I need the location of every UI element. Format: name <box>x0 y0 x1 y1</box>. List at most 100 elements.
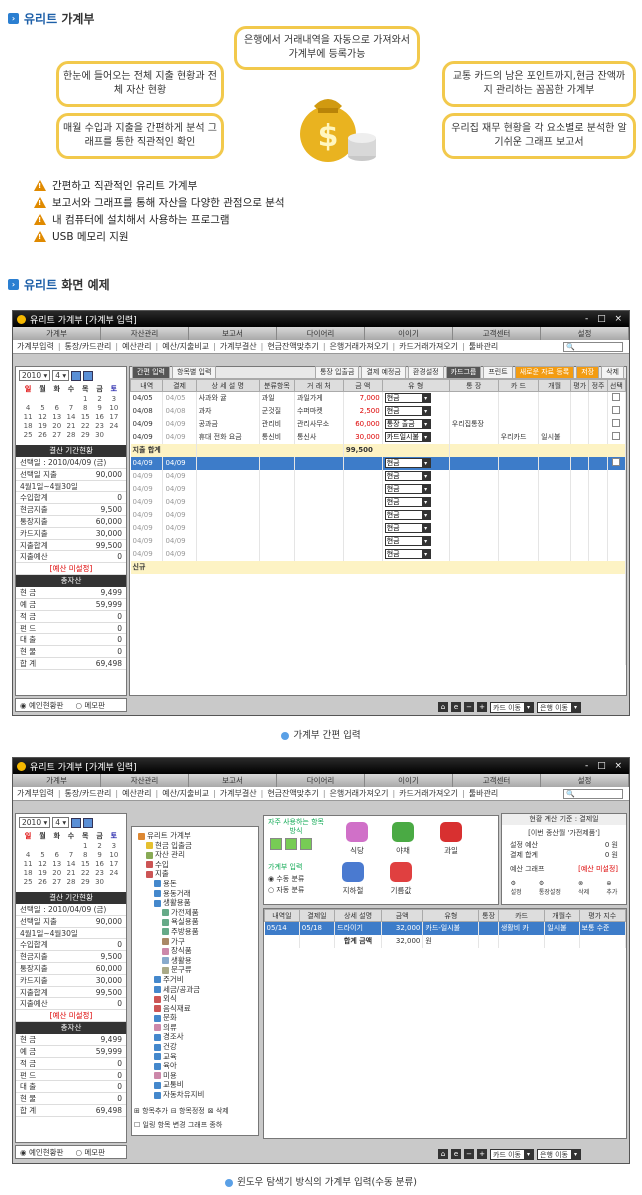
toolbar-item[interactable]: 현금잔액맞추기 <box>267 341 319 352</box>
type-dropdown[interactable]: 현금 <box>384 458 431 468</box>
column-header[interactable]: 유 형 <box>381 379 450 392</box>
column-header[interactable]: 유형 <box>422 909 480 922</box>
table-row[interactable]: 04/0904/09휴대 전화 요금통신비통신사30,000카드일시불우리카드일… <box>130 430 627 444</box>
calendar-day[interactable]: 18 <box>21 422 35 430</box>
calendar-nav-icon[interactable] <box>83 370 94 381</box>
column-header[interactable]: 금 액 <box>342 379 383 392</box>
type-dropdown[interactable]: 현금 <box>384 497 431 507</box>
row-checkbox[interactable] <box>612 406 621 414</box>
calendar-day[interactable]: 1 <box>78 842 92 850</box>
delete-item-button[interactable]: ⊠ 삭제 <box>208 1107 229 1117</box>
menu-item[interactable]: 설정 <box>541 774 629 787</box>
menu-item[interactable]: 고객센터 <box>453 327 541 340</box>
toolbar-item[interactable]: 가계부입력 <box>17 341 54 352</box>
toolbar-item[interactable]: 가계부입력 <box>17 788 54 799</box>
tree-node[interactable]: 음식재료 <box>138 1004 252 1014</box>
empty-row[interactable]: 04/09 04/09 현금 <box>130 482 627 496</box>
calendar-day[interactable]: 19 <box>35 422 49 430</box>
window-controls[interactable]: - □ × <box>585 761 629 771</box>
month-select[interactable]: 4 ▾ <box>52 370 70 381</box>
tab-scheduled[interactable]: 결제 예정금 <box>361 366 406 379</box>
column-header[interactable]: 금액 <box>380 909 424 922</box>
table-row[interactable]: 04/08 04/08 과자 군것질 수퍼마켓 2,500 현금 <box>130 404 627 418</box>
add-icon[interactable]: ⊕ 추가 <box>606 880 617 896</box>
tree-node[interactable]: 자산 관리 <box>138 850 252 860</box>
year-select[interactable]: 2010 ▾ <box>19 817 51 828</box>
empty-row[interactable]: 04/09 04/09 현금 <box>130 521 627 535</box>
new-entry-button[interactable]: 새로운 자료 등록 <box>514 366 575 379</box>
calendar-day[interactable]: 2 <box>92 842 106 850</box>
bank-move-select[interactable]: 은행 이동 <box>537 1148 581 1160</box>
column-header[interactable]: 상 세 설 명 <box>195 379 260 392</box>
tree-node[interactable]: 현금 입출금 <box>138 841 252 851</box>
menu-item[interactable]: 자산관리 <box>101 327 189 340</box>
calendar-day[interactable]: 21 <box>64 422 78 430</box>
tree-node[interactable]: 교통비 <box>138 1080 252 1090</box>
radio-dashboard[interactable]: ◉ 예인현황판 <box>20 1147 63 1158</box>
quick-cat-vegetable[interactable]: 야채 <box>392 822 414 856</box>
tree-node[interactable]: 지출 <box>138 869 252 879</box>
calendar-day[interactable]: 16 <box>92 860 106 868</box>
zoom-out-icon[interactable]: − <box>464 702 474 712</box>
calendar-day[interactable]: 22 <box>78 869 92 877</box>
tree-node[interactable]: 육아 <box>138 1061 252 1071</box>
calendar-day[interactable]: 10 <box>107 404 121 412</box>
info-icon[interactable]: e <box>451 702 461 712</box>
toolbar-item[interactable]: 은행거래가져오기 <box>330 788 389 799</box>
zoom-out-icon[interactable]: − <box>464 1149 474 1159</box>
calendar-day[interactable]: 7 <box>64 404 78 412</box>
type-dropdown[interactable]: 현금 <box>384 471 431 481</box>
calendar-day[interactable]: 18 <box>21 869 35 877</box>
calendar-day[interactable]: 22 <box>78 422 92 430</box>
tab-bank[interactable]: 통장 입출금 <box>314 366 360 379</box>
calendar-help-icon[interactable] <box>71 817 82 828</box>
calendar-day[interactable]: 11 <box>21 860 35 868</box>
zoom-in-icon[interactable]: + <box>477 702 487 712</box>
radio-memo[interactable]: ○ 메모판 <box>75 700 105 711</box>
calendar-day[interactable]: 17 <box>107 860 121 868</box>
toolbar-item[interactable]: 통장/카드관리 <box>65 341 112 352</box>
tree-node[interactable]: 미용 <box>138 1071 252 1081</box>
delete-icon[interactable]: ⊗ 삭제 <box>578 880 589 896</box>
toolbar-item[interactable]: 현금잔액맞추기 <box>267 788 319 799</box>
new-row[interactable]: 신규 <box>130 560 626 574</box>
tree-node[interactable]: 용동거래 <box>138 889 252 899</box>
calendar-day[interactable]: 17 <box>107 413 121 421</box>
menu-item[interactable]: 가계부 <box>13 327 101 340</box>
toolbar-item[interactable]: 통장/카드관리 <box>65 788 112 799</box>
empty-row[interactable]: 04/09 04/09 현금 <box>130 547 627 561</box>
quick-cat-fruit[interactable]: 과일 <box>440 822 462 856</box>
calendar-day[interactable]: 9 <box>92 404 106 412</box>
calendar-day[interactable]: 16 <box>92 413 106 421</box>
quick-cat-restaurant[interactable]: 식당 <box>346 822 368 856</box>
calendar-day[interactable]: 12 <box>35 860 49 868</box>
column-header[interactable]: 정주 <box>588 379 608 392</box>
type-dropdown[interactable]: 현금 <box>384 393 431 404</box>
month-select[interactable]: 4 ▾ <box>52 817 70 828</box>
tree-node[interactable]: 의류 <box>138 1023 252 1033</box>
calendar-day[interactable]: 14 <box>64 860 78 868</box>
tree-node[interactable]: 가구 <box>138 937 252 947</box>
window-controls[interactable]: - □ × <box>585 314 629 324</box>
calendar-day[interactable]: 29 <box>78 878 92 886</box>
column-header[interactable]: 통장 <box>478 909 499 922</box>
tree-node[interactable]: 주방용품 <box>138 927 252 937</box>
mode-icon[interactable] <box>285 838 297 850</box>
calendar-day[interactable]: 30 <box>92 878 106 886</box>
tree-node[interactable]: 가전제품 <box>138 908 252 918</box>
calendar-day[interactable]: 3 <box>107 395 121 403</box>
toolbar-item[interactable]: 예산관리 <box>122 341 151 352</box>
row-checkbox[interactable] <box>612 458 621 466</box>
column-header[interactable]: 카 드 <box>497 379 540 392</box>
toolbar-item[interactable]: 예산/지출비교 <box>162 788 209 799</box>
calendar-day[interactable]: 23 <box>92 869 106 877</box>
toolbar-item[interactable]: 가계부결산 <box>220 788 257 799</box>
tree-node[interactable]: 건강 <box>138 1042 252 1052</box>
row-checkbox[interactable] <box>612 432 621 440</box>
type-dropdown[interactable]: 통장 출금 <box>384 419 431 429</box>
menu-item[interactable]: 다이어리 <box>277 774 365 787</box>
tree-node[interactable]: 외식 <box>138 994 252 1004</box>
tab-item-input[interactable]: 항목별 입력 <box>172 366 217 379</box>
toolbar-item[interactable]: 예산관리 <box>122 788 151 799</box>
bank-settings-icon[interactable]: ⚙ 통장설정 <box>539 880 561 896</box>
